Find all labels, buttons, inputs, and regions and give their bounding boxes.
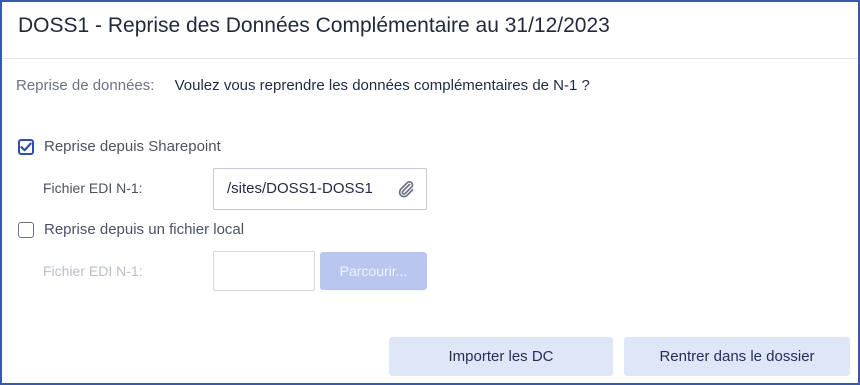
browse-button[interactable]: Parcourir... — [320, 252, 427, 290]
prompt-text: Voulez vous reprendre les données complé… — [174, 77, 590, 94]
checkmark-icon — [20, 142, 32, 151]
back-to-folder-button[interactable]: Rentrer dans le dossier — [624, 337, 850, 376]
paperclip-icon[interactable] — [396, 179, 416, 199]
sharepoint-file-input[interactable]: /sites/DOSS1-DOSS1 — [213, 168, 427, 210]
local-checkbox-label: Reprise depuis un fichier local — [44, 221, 245, 238]
import-dialog: DOSS1 - Reprise des Données Complémentai… — [0, 0, 860, 385]
import-button[interactable]: Importer les DC — [389, 337, 613, 376]
sharepoint-field-label: Fichier EDI N-1: — [43, 180, 143, 196]
local-file-input[interactable] — [213, 251, 315, 291]
dialog-title: DOSS1 - Reprise des Données Complémentai… — [18, 14, 610, 37]
sharepoint-checkbox-label: Reprise depuis Sharepoint — [44, 138, 221, 155]
prompt-row: Reprise de données: Voulez vous reprendr… — [16, 77, 590, 94]
prompt-label: Reprise de données: — [16, 77, 155, 94]
sharepoint-checkbox[interactable] — [18, 138, 34, 155]
local-field-label: Fichier EDI N-1: — [43, 263, 143, 279]
sharepoint-option[interactable]: Reprise depuis Sharepoint — [18, 138, 221, 155]
local-checkbox[interactable] — [18, 221, 34, 238]
local-option[interactable]: Reprise depuis un fichier local — [18, 221, 244, 238]
sharepoint-file-value: /sites/DOSS1-DOSS1 — [227, 180, 373, 197]
dialog-header: DOSS1 - Reprise des Données Complémentai… — [2, 2, 858, 59]
